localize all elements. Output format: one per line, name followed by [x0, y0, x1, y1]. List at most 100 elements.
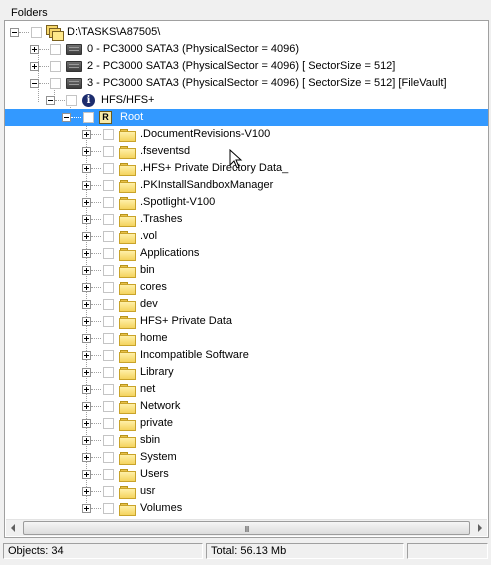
- node-checkbox[interactable]: [66, 95, 77, 106]
- expand-toggle[interactable]: [82, 317, 91, 326]
- tree-node-folder[interactable]: bin: [5, 262, 488, 279]
- expand-toggle[interactable]: [82, 368, 91, 377]
- expand-toggle[interactable]: [82, 232, 91, 241]
- node-checkbox[interactable]: [103, 129, 114, 140]
- expand-toggle[interactable]: [82, 334, 91, 343]
- tree-node-folder[interactable]: .fseventsd: [5, 143, 488, 160]
- node-checkbox[interactable]: [103, 282, 114, 293]
- node-checkbox[interactable]: [103, 384, 114, 395]
- node-checkbox[interactable]: [103, 435, 114, 446]
- node-checkbox[interactable]: [103, 231, 114, 242]
- collapse-toggle[interactable]: [10, 28, 19, 37]
- tree-node-disk-0[interactable]: 0 - PC3000 SATA3 (PhysicalSector = 4096): [5, 41, 488, 58]
- collapse-toggle[interactable]: [62, 113, 71, 122]
- node-checkbox[interactable]: [103, 418, 114, 429]
- expand-toggle[interactable]: [82, 130, 91, 139]
- tree-node-folder[interactable]: sbin: [5, 432, 488, 449]
- expand-toggle[interactable]: [82, 385, 91, 394]
- node-checkbox[interactable]: [103, 248, 114, 259]
- tree-node-folder[interactable]: .Spotlight-V100: [5, 194, 488, 211]
- folder-icon: [119, 163, 136, 176]
- expand-toggle[interactable]: [82, 181, 91, 190]
- tree-node-label: HFS/HFS+: [101, 94, 155, 106]
- tree-node-folder[interactable]: Incompatible Software: [5, 347, 488, 364]
- node-checkbox[interactable]: [103, 163, 114, 174]
- expand-toggle[interactable]: [82, 300, 91, 309]
- node-checkbox[interactable]: [103, 401, 114, 412]
- tree-node-disk-2[interactable]: 2 - PC3000 SATA3 (PhysicalSector = 4096)…: [5, 58, 488, 75]
- tree-connector: [91, 423, 101, 425]
- folder-tree-view[interactable]: D:\TASKS\A87505\ 0 - PC3000 SATA3 (Physi…: [4, 20, 489, 538]
- tree-node-label: 2 - PC3000 SATA3 (PhysicalSector = 4096)…: [87, 60, 396, 72]
- expand-toggle[interactable]: [82, 198, 91, 207]
- node-checkbox[interactable]: [31, 27, 42, 38]
- expand-toggle[interactable]: [82, 164, 91, 173]
- expand-toggle[interactable]: [82, 283, 91, 292]
- tree-node-folder[interactable]: .HFS+ Private Directory Data_: [5, 160, 488, 177]
- expand-toggle[interactable]: [82, 249, 91, 258]
- tree-node-folder[interactable]: net: [5, 381, 488, 398]
- node-checkbox[interactable]: [103, 452, 114, 463]
- tree-connector: [91, 287, 101, 289]
- node-checkbox[interactable]: [103, 180, 114, 191]
- tree-connector: [91, 270, 101, 272]
- collapse-toggle[interactable]: [46, 96, 55, 105]
- node-checkbox[interactable]: [50, 78, 61, 89]
- tree-node-label: dev: [140, 298, 158, 310]
- expand-toggle[interactable]: [82, 453, 91, 462]
- collapse-toggle[interactable]: [30, 79, 39, 88]
- tree-node-folder[interactable]: private: [5, 415, 488, 432]
- tree-node-folder[interactable]: Library: [5, 364, 488, 381]
- node-checkbox[interactable]: [103, 333, 114, 344]
- node-checkbox[interactable]: [103, 299, 114, 310]
- scroll-right-button[interactable]: [471, 520, 487, 536]
- node-checkbox[interactable]: [103, 146, 114, 157]
- tree-node-folder[interactable]: usr: [5, 483, 488, 500]
- tree-node-folder[interactable]: home: [5, 330, 488, 347]
- tree-node-folder[interactable]: .Trashes: [5, 211, 488, 228]
- node-checkbox[interactable]: [103, 197, 114, 208]
- expand-toggle[interactable]: [82, 215, 91, 224]
- tree-node-folder[interactable]: System: [5, 449, 488, 466]
- tree-node-folder[interactable]: Network: [5, 398, 488, 415]
- expand-toggle[interactable]: [82, 487, 91, 496]
- horizontal-scrollbar[interactable]: III: [6, 519, 487, 536]
- tree-node-folder[interactable]: .PKInstallSandboxManager: [5, 177, 488, 194]
- node-checkbox[interactable]: [103, 469, 114, 480]
- node-checkbox[interactable]: [103, 486, 114, 497]
- tree-node-disk-3[interactable]: 3 - PC3000 SATA3 (PhysicalSector = 4096)…: [5, 75, 488, 92]
- expand-toggle[interactable]: [82, 351, 91, 360]
- tree-node-folder[interactable]: cores: [5, 279, 488, 296]
- expand-toggle[interactable]: [82, 402, 91, 411]
- node-checkbox[interactable]: [103, 367, 114, 378]
- node-checkbox[interactable]: [103, 350, 114, 361]
- node-checkbox[interactable]: [103, 316, 114, 327]
- tree-node-tasks-path[interactable]: D:\TASKS\A87505\: [5, 24, 488, 41]
- tree-node-folder[interactable]: Users: [5, 466, 488, 483]
- expand-toggle[interactable]: [82, 266, 91, 275]
- folder-icon: [119, 367, 136, 380]
- tree-node-root[interactable]: R Root: [5, 109, 488, 126]
- tree-node-folder[interactable]: HFS+ Private Data: [5, 313, 488, 330]
- expand-toggle[interactable]: [30, 45, 39, 54]
- expand-toggle[interactable]: [82, 436, 91, 445]
- node-checkbox[interactable]: [83, 112, 94, 123]
- node-checkbox[interactable]: [103, 503, 114, 514]
- node-checkbox[interactable]: [50, 61, 61, 72]
- tree-node-folder[interactable]: dev: [5, 296, 488, 313]
- node-checkbox[interactable]: [103, 214, 114, 225]
- tree-node-hfs[interactable]: i HFS/HFS+: [5, 92, 488, 109]
- scrollbar-thumb[interactable]: III: [23, 521, 470, 535]
- tree-node-folder[interactable]: Volumes: [5, 500, 488, 517]
- tree-node-folder[interactable]: Applications: [5, 245, 488, 262]
- scroll-left-button[interactable]: [6, 520, 22, 536]
- expand-toggle[interactable]: [82, 504, 91, 513]
- expand-toggle[interactable]: [82, 419, 91, 428]
- tree-node-folder[interactable]: .DocumentRevisions-V100: [5, 126, 488, 143]
- expand-toggle[interactable]: [82, 470, 91, 479]
- expand-toggle[interactable]: [30, 62, 39, 71]
- node-checkbox[interactable]: [103, 265, 114, 276]
- expand-toggle[interactable]: [82, 147, 91, 156]
- tree-node-folder[interactable]: .vol: [5, 228, 488, 245]
- node-checkbox[interactable]: [50, 44, 61, 55]
